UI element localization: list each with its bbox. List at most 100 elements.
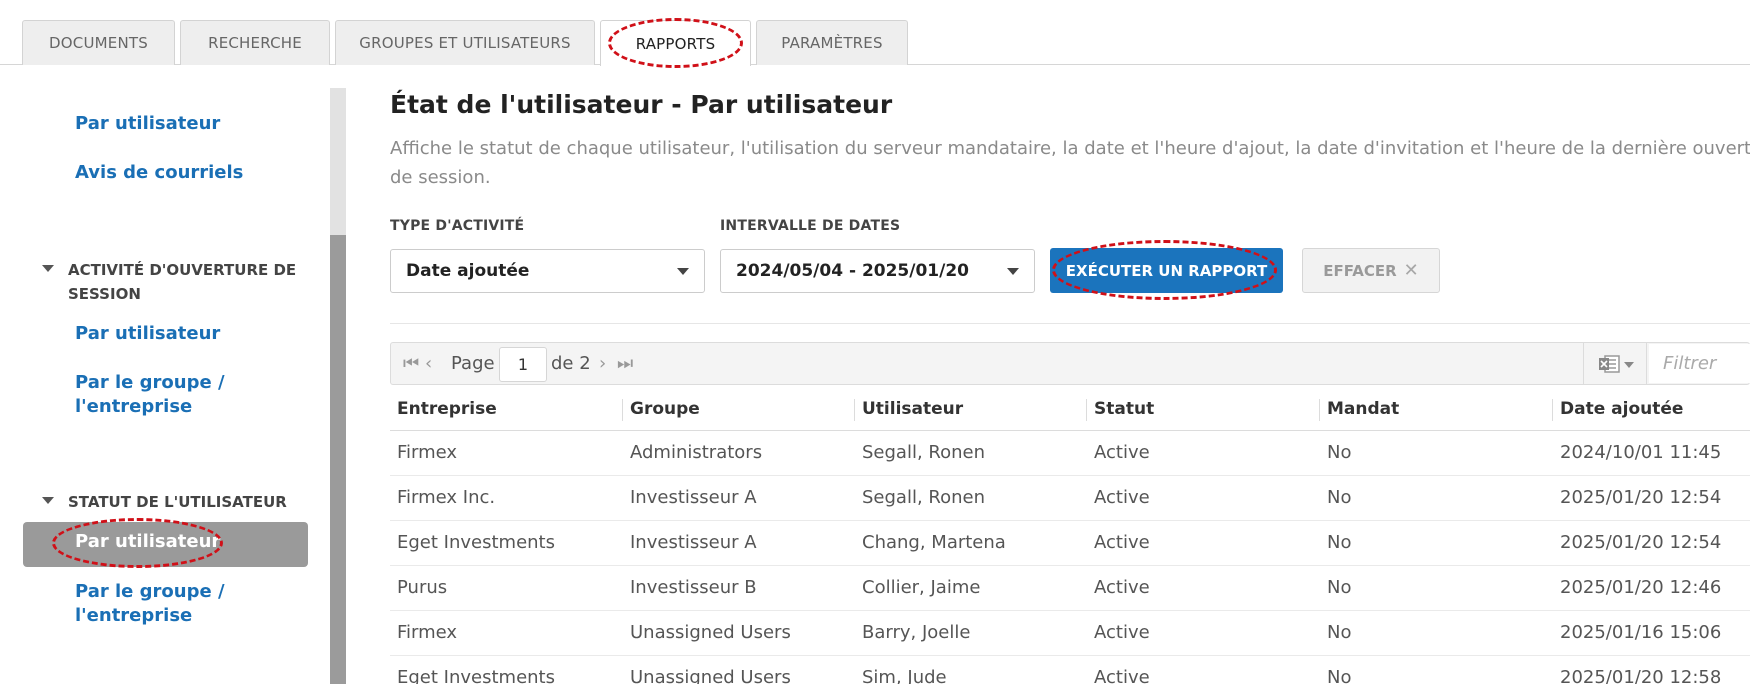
button-label: EXÉCUTER UN RAPPORT	[1065, 261, 1268, 280]
sidebar-item-avis-courriels[interactable]: Avis de courriels	[75, 161, 243, 185]
column-header-entreprise[interactable]: Entreprise	[397, 399, 497, 419]
cell-utilisateur: Barry, Joelle	[862, 622, 971, 643]
export-excel-button[interactable]	[1583, 343, 1647, 384]
tab-documents[interactable]: DOCUMENTS	[22, 20, 175, 65]
prev-page-icon[interactable]: ‹	[425, 353, 432, 374]
cell-mandat: No	[1327, 622, 1352, 643]
tab-label: DOCUMENTS	[49, 34, 148, 52]
tab-label: GROUPES ET UTILISATEURS	[359, 34, 571, 52]
cell-date-ajoutee: 2025/01/20 12:54	[1560, 532, 1722, 553]
sidebar-item-status-par-groupe[interactable]: Par le groupe / l'entreprise	[75, 580, 245, 628]
cell-date-ajoutee: 2025/01/16 15:06	[1560, 622, 1722, 643]
sidebar-item-login-par-utilisateur[interactable]: Par utilisateur	[75, 322, 220, 346]
page-description: Affiche le statut de chaque utilisateur,…	[390, 138, 1750, 188]
column-separator[interactable]	[854, 399, 855, 421]
cell-mandat: No	[1327, 667, 1352, 684]
sidebar-item-par-utilisateur[interactable]: Par utilisateur	[75, 112, 220, 136]
table-row[interactable]: Firmex Inc. Investisseur A Segall, Ronen…	[390, 476, 1750, 521]
column-header-groupe[interactable]: Groupe	[630, 399, 700, 419]
column-header-mandat[interactable]: Mandat	[1327, 399, 1399, 419]
cell-mandat: No	[1327, 577, 1352, 598]
caret-down-icon	[42, 265, 54, 272]
tab-rapports[interactable]: RAPPORTS	[600, 20, 751, 66]
cell-groupe: Investisseur B	[630, 577, 757, 598]
cell-entreprise: Eget Investments	[397, 667, 555, 684]
cell-mandat: No	[1327, 442, 1352, 463]
cell-mandat: No	[1327, 487, 1352, 508]
column-separator[interactable]	[1319, 399, 1320, 421]
run-report-button[interactable]: EXÉCUTER UN RAPPORT	[1050, 248, 1283, 293]
cell-utilisateur: Collier, Jaime	[862, 577, 981, 598]
activity-type-select[interactable]: Date ajoutée	[390, 249, 705, 293]
cell-statut: Active	[1094, 577, 1150, 598]
clear-button[interactable]: EFFACER ✕	[1302, 248, 1440, 293]
cell-statut: Active	[1094, 667, 1150, 684]
table-row[interactable]: Eget Investments Unassigned Users Sim, J…	[390, 656, 1750, 684]
next-page-icon[interactable]: ›	[599, 353, 606, 374]
pagination-toolbar: ⏮ ‹ Page de 2 › ⏭	[390, 342, 1750, 385]
activity-type-label: TYPE D'ACTIVITÉ	[390, 218, 525, 234]
cell-groupe: Unassigned Users	[630, 622, 791, 643]
page-number-input[interactable]	[499, 347, 547, 382]
reports-sidebar: Par utilisateur Avis de courriels ACTIVI…	[0, 66, 330, 684]
button-label: EFFACER	[1323, 261, 1397, 280]
table-row[interactable]: Eget Investments Investisseur A Chang, M…	[390, 521, 1750, 566]
cell-statut: Active	[1094, 532, 1150, 553]
chevron-down-icon	[1007, 268, 1019, 275]
column-header-utilisateur[interactable]: Utilisateur	[862, 399, 963, 419]
cell-statut: Active	[1094, 442, 1150, 463]
cell-mandat: No	[1327, 532, 1352, 553]
table-row[interactable]: Firmex Administrators Segall, Ronen Acti…	[390, 431, 1750, 476]
tab-label: RECHERCHE	[208, 34, 302, 52]
column-separator[interactable]	[1086, 399, 1087, 421]
first-page-icon[interactable]: ⏮	[403, 353, 419, 374]
cell-groupe: Investisseur A	[630, 532, 757, 553]
cell-utilisateur: Sim, Jude	[862, 667, 947, 684]
page-count-label: de 2	[551, 353, 591, 374]
tab-recherche[interactable]: RECHERCHE	[180, 20, 330, 65]
cell-groupe: Investisseur A	[630, 487, 757, 508]
cell-entreprise: Firmex	[397, 442, 458, 463]
cell-entreprise: Firmex Inc.	[397, 487, 496, 508]
cell-utilisateur: Segall, Ronen	[862, 442, 986, 463]
chevron-down-icon	[677, 268, 689, 275]
cell-entreprise: Firmex	[397, 622, 458, 643]
tab-groupes-utilisateurs[interactable]: GROUPES ET UTILISATEURS	[335, 20, 595, 65]
excel-export-icon	[1599, 355, 1620, 373]
filter-input[interactable]	[1649, 344, 1750, 383]
section-label: ACTIVITÉ D'OUVERTURE DE SESSION	[68, 261, 297, 303]
cell-groupe: Administrators	[630, 442, 763, 463]
close-icon: ✕	[1403, 260, 1419, 281]
cell-statut: Active	[1094, 622, 1150, 643]
column-separator[interactable]	[622, 399, 623, 421]
select-value: 2024/05/04 - 2025/01/20	[736, 261, 969, 281]
report-panel: État de l'utilisateur - Par utilisateur …	[390, 66, 1750, 684]
sidebar-item-status-par-utilisateur[interactable]: Par utilisateur	[75, 531, 220, 552]
table-header: Entreprise Groupe Utilisateur Statut Man…	[390, 388, 1750, 431]
page-label: Page	[451, 353, 495, 374]
tab-label: PARAMÈTRES	[781, 34, 883, 52]
select-value: Date ajoutée	[406, 261, 530, 281]
table-row[interactable]: Firmex Unassigned Users Barry, Joelle Ac…	[390, 611, 1750, 656]
column-separator[interactable]	[1552, 399, 1553, 421]
tab-label: RAPPORTS	[635, 34, 716, 53]
main-tabbar: DOCUMENTS RECHERCHE GROUPES ET UTILISATE…	[0, 0, 1750, 66]
sidebar-item-login-par-groupe[interactable]: Par le groupe / l'entreprise	[75, 371, 245, 419]
cell-statut: Active	[1094, 487, 1150, 508]
column-header-date-ajoutee[interactable]: Date ajoutée	[1560, 399, 1683, 419]
cell-groupe: Unassigned Users	[630, 667, 791, 684]
table-row[interactable]: Purus Investisseur B Collier, Jaime Acti…	[390, 566, 1750, 611]
page-title: État de l'utilisateur - Par utilisateur	[390, 90, 893, 119]
sidebar-section-user-status[interactable]: STATUT DE L'UTILISATEUR	[42, 490, 298, 514]
cell-date-ajoutee: 2025/01/20 12:54	[1560, 487, 1722, 508]
caret-down-icon	[42, 497, 54, 504]
sidebar-section-login-activity[interactable]: ACTIVITÉ D'OUVERTURE DE SESSION	[42, 258, 298, 306]
cell-utilisateur: Segall, Ronen	[862, 487, 986, 508]
date-range-select[interactable]: 2024/05/04 - 2025/01/20	[720, 249, 1035, 293]
cell-utilisateur: Chang, Martena	[862, 532, 1006, 553]
last-page-icon[interactable]: ⏭	[617, 353, 633, 374]
tab-parametres[interactable]: PARAMÈTRES	[756, 20, 908, 65]
cell-date-ajoutee: 2025/01/20 12:46	[1560, 577, 1722, 598]
sidebar-scroll-thumb[interactable]	[330, 235, 346, 684]
column-header-statut[interactable]: Statut	[1094, 399, 1154, 419]
